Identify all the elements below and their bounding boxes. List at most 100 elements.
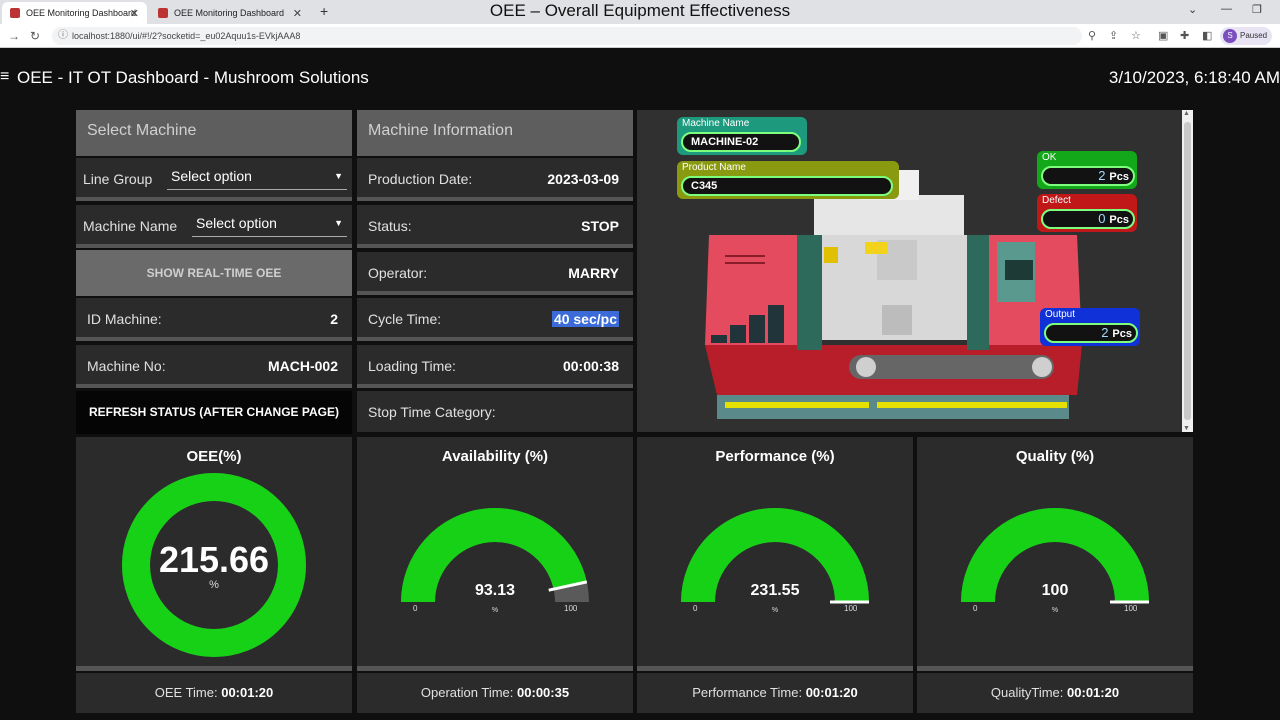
quality-arc-gauge bbox=[961, 508, 1149, 604]
product-name-tag: Product Name C345 bbox=[677, 161, 899, 199]
show-realtime-oee-button[interactable]: SHOW REAL-TIME OEE bbox=[76, 250, 352, 296]
machine-name-row: Machine Name Select option ▼ bbox=[76, 205, 352, 248]
output-counter: Output 2 Pcs bbox=[1040, 308, 1140, 346]
gauge-value: 93.13 bbox=[474, 582, 516, 599]
gauge-unit: % bbox=[209, 579, 219, 591]
gauge-min: 0 bbox=[973, 604, 978, 613]
scroll-up-icon[interactable]: ▲ bbox=[1183, 110, 1190, 117]
profile-button[interactable]: S Paused bbox=[1220, 27, 1272, 45]
quality-gauge-card: Quality (%) 100 % 0 100 bbox=[917, 437, 1193, 671]
defect-value: 0 bbox=[1098, 211, 1106, 226]
ok-label: OK bbox=[1042, 152, 1057, 163]
tab-search-icon[interactable]: ⌄ bbox=[1188, 3, 1197, 16]
gauge-unit: % bbox=[1051, 607, 1059, 614]
info-row: Cycle Time: 40 sec/pc bbox=[357, 298, 633, 341]
performance-arc-gauge bbox=[681, 508, 869, 604]
dropdown-arrow-icon: ▼ bbox=[334, 218, 343, 228]
gauge-value: 215.66 bbox=[158, 539, 270, 580]
refresh-status-button[interactable]: REFRESH STATUS (AFTER CHANGE PAGE) bbox=[76, 391, 352, 434]
warning-label bbox=[865, 242, 887, 254]
machine-name-value: Select option bbox=[196, 215, 277, 231]
output-value-box: 2 Pcs bbox=[1044, 323, 1138, 343]
info-row: Operator: MARRY bbox=[357, 252, 633, 295]
defect-counter: Defect 0 Pcs bbox=[1037, 194, 1137, 232]
quality-time-footer: QualityTime: 00:01:20 bbox=[917, 673, 1193, 713]
conveyor-wheel-left bbox=[856, 357, 876, 377]
info-row: Production Date: 2023-03-09 bbox=[357, 158, 633, 201]
scrollbar-thumb[interactable] bbox=[1184, 122, 1191, 420]
id-machine-row: ID Machine: 2 bbox=[76, 298, 352, 341]
bookmark-star-icon[interactable]: ☆ bbox=[1131, 29, 1141, 42]
conveyor-wheel-right bbox=[1032, 357, 1052, 377]
machine-no-value: MACH-002 bbox=[267, 358, 338, 374]
info-label: Status: bbox=[368, 218, 412, 234]
tab-favicon-icon bbox=[158, 8, 168, 18]
restore-icon[interactable]: ❐ bbox=[1252, 3, 1262, 16]
ok-value: 2 bbox=[1098, 168, 1106, 183]
line-group-select[interactable]: Select option ▼ bbox=[167, 168, 347, 190]
url-field[interactable]: ⓘ localhost:1880/ui/#!/2?socketid=_eu02A… bbox=[52, 27, 1082, 45]
control-screen bbox=[1005, 260, 1033, 280]
gauge-max: 100 bbox=[564, 604, 578, 613]
operator-value: MARRY bbox=[568, 265, 619, 281]
loading-time-value: 00:00:38 bbox=[562, 358, 619, 374]
tab-close-icon[interactable]: ✕ bbox=[130, 7, 139, 20]
footer-value: 00:01:20 bbox=[805, 685, 858, 700]
machine-view-panel: Machine Name MACHINE-02 Product Name C34… bbox=[637, 110, 1193, 432]
share-icon[interactable]: ⇪ bbox=[1109, 29, 1118, 42]
gauge-min: 0 bbox=[413, 604, 418, 613]
tab-favicon-icon bbox=[10, 8, 20, 18]
ok-unit: Pcs bbox=[1109, 171, 1129, 183]
gauge-unit: % bbox=[491, 607, 499, 614]
url-text: localhost:1880/ui/#!/2?socketid=_eu02Aqu… bbox=[72, 31, 301, 41]
scroll-down-icon[interactable]: ▼ bbox=[1183, 425, 1190, 432]
cast-icon[interactable]: ▣ bbox=[1158, 29, 1168, 42]
ok-counter: OK 2 Pcs bbox=[1037, 151, 1137, 189]
door-frame-right bbox=[967, 235, 989, 350]
output-unit: Pcs bbox=[1112, 328, 1132, 340]
door-frame-left bbox=[797, 235, 822, 350]
gauge-unit: % bbox=[771, 607, 779, 614]
tab-close-icon[interactable]: ✕ bbox=[293, 7, 302, 20]
machine-name-tag-value: MACHINE-02 bbox=[681, 132, 801, 152]
machine-no-label: Machine No: bbox=[87, 358, 166, 374]
forward-icon[interactable]: → bbox=[8, 29, 20, 43]
status-value: STOP bbox=[581, 218, 619, 234]
menu-icon[interactable]: ≡ bbox=[0, 68, 9, 86]
tab-label: OEE Monitoring Dashboard bbox=[26, 8, 137, 18]
info-label: Loading Time: bbox=[368, 358, 456, 374]
minimize-icon[interactable]: — bbox=[1221, 3, 1232, 15]
info-row: Status: STOP bbox=[357, 205, 633, 248]
product-name-tag-label: Product Name bbox=[682, 162, 746, 173]
machine-panel-scrollbar[interactable]: ▲ ▼ bbox=[1182, 110, 1193, 432]
page-title: OEE - IT OT Dashboard - Mushroom Solutio… bbox=[17, 68, 369, 87]
availability-gauge-card: Availability (%) 93.13 % 0 100 bbox=[357, 437, 633, 671]
machine-name-select[interactable]: Select option ▼ bbox=[192, 215, 347, 237]
info-label: Stop Time Category: bbox=[368, 404, 496, 420]
browser-tab-bar: OEE Monitoring Dashboard ✕ OEE Monitorin… bbox=[0, 0, 1280, 24]
product-name-tag-value: C345 bbox=[681, 176, 893, 196]
footer-value: 00:01:20 bbox=[1067, 685, 1120, 700]
performance-time-footer: Performance Time: 00:01:20 bbox=[637, 673, 913, 713]
zoom-icon[interactable]: ⚲ bbox=[1088, 29, 1096, 42]
footer-label: Performance Time: bbox=[692, 685, 803, 700]
extensions-icon[interactable]: ✚ bbox=[1180, 29, 1189, 42]
operation-time-footer: Operation Time: 00:00:35 bbox=[357, 673, 633, 713]
line-group-row: Line Group Select option ▼ bbox=[76, 158, 352, 201]
current-datetime: 3/10/2023, 6:18:40 AM bbox=[1108, 68, 1280, 87]
oee-gauge-card: OEE(%) 215.66 % bbox=[76, 437, 352, 671]
reload-icon[interactable]: ↻ bbox=[30, 29, 40, 43]
new-tab-icon[interactable]: + bbox=[320, 3, 328, 19]
machine-name-label: Machine Name bbox=[83, 218, 178, 234]
gauge-value: 231.55 bbox=[750, 582, 800, 599]
browser-tab-active[interactable]: OEE Monitoring Dashboard ✕ bbox=[2, 2, 147, 24]
gauge-value: 100 bbox=[1041, 582, 1069, 599]
gauge-max: 100 bbox=[1124, 604, 1138, 613]
tab-label: OEE Monitoring Dashboard bbox=[174, 8, 285, 18]
footer-label: OEE Time: bbox=[154, 685, 218, 700]
sidepanel-icon[interactable]: ◧ bbox=[1202, 29, 1212, 42]
defect-label: Defect bbox=[1042, 195, 1071, 206]
conveyor-belt bbox=[849, 355, 1054, 379]
site-info-icon[interactable]: ⓘ bbox=[58, 27, 68, 45]
browser-tab-inactive[interactable]: OEE Monitoring Dashboard ✕ bbox=[150, 2, 310, 24]
